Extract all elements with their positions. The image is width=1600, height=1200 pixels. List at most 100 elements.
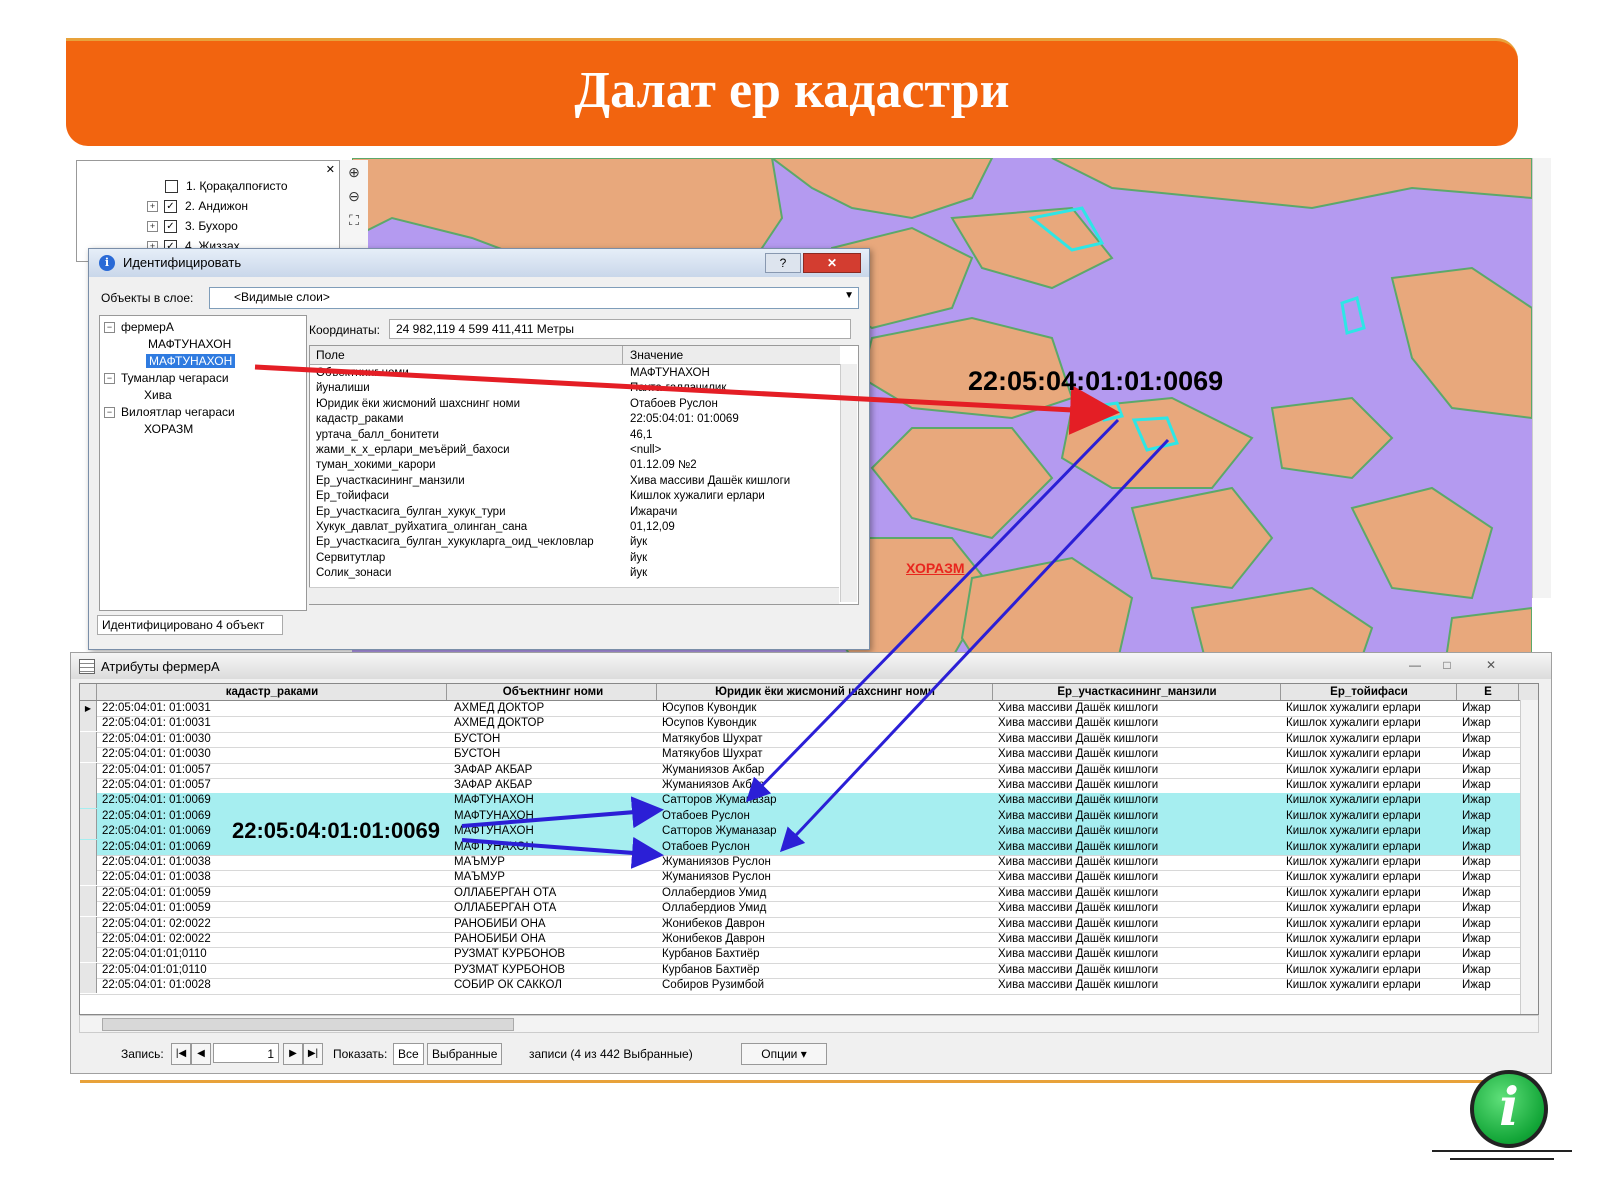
map-scrollbar[interactable] (1532, 158, 1551, 598)
tree-node[interactable]: − Туманлар чегараси (104, 371, 229, 385)
column-header[interactable]: Ер_тойифаси (1282, 684, 1457, 700)
identify-row[interactable]: уртача_балл_бонитети 46,1 (310, 428, 840, 443)
collapse-icon[interactable]: − (104, 373, 115, 385)
maximize-button[interactable]: □ (1435, 657, 1459, 673)
next-record-button[interactable]: ▶ (283, 1043, 303, 1065)
identify-titlebar[interactable]: i Идентифицировать ? ✕ (89, 249, 869, 277)
row-header[interactable] (80, 932, 97, 947)
identify-row[interactable]: Объектнинг номи МАФТУНАХОН (310, 366, 840, 381)
row-header[interactable] (80, 824, 97, 840)
table-row[interactable]: 22:05:04:01: 01:0030 БУСТОН Матякубов Шухр… (80, 731, 1520, 749)
table-row[interactable]: ▶ 22:05:04:01: 01:0031 АХМЕД ДОКТОР Юсупов … (80, 701, 1520, 718)
layer-checkbox[interactable] (165, 180, 178, 194)
identify-row[interactable]: Солик_зонаси йук (310, 566, 840, 581)
identify-row[interactable]: йуналиши Пахта-ғаллачилик (310, 381, 840, 396)
row-header[interactable] (80, 947, 97, 963)
identify-row[interactable]: Ер_участкасига_булган_хукукларга_оид_чек… (310, 535, 840, 550)
table-row[interactable]: 22:05:04:01: 02:0022 РАНОБИБИ ОНА Жонибеко… (80, 916, 1520, 933)
layer-item[interactable]: + ✓ 3. Бухоро (147, 219, 238, 234)
expand-icon[interactable]: + (147, 221, 158, 233)
record-input[interactable]: 1 (213, 1043, 279, 1063)
layer-checkbox[interactable]: ✓ (164, 220, 177, 234)
identify-row[interactable]: жами_к_х_ерлари_меъёрий_бахоси <null> (310, 443, 840, 458)
scroll-thumb[interactable] (102, 1018, 514, 1031)
identify-row[interactable]: Ер_участкасининг_манзили Хива массиви Даш… (310, 474, 840, 489)
row-header[interactable] (80, 793, 97, 809)
identify-hscrollbar[interactable] (309, 587, 839, 604)
first-record-button[interactable]: |◀ (171, 1043, 191, 1065)
table-row[interactable]: 22:05:04:01: 01:0028 СОБИР ОК САККОЛ Собир… (80, 978, 1520, 995)
row-header[interactable] (80, 762, 97, 778)
show-all-button[interactable]: Все (393, 1043, 424, 1065)
identify-row[interactable]: Ер_тойифаси Кишлок хужалиги ерлари (310, 489, 840, 504)
tree-node[interactable]: − Вилоятлар чегараси (104, 405, 235, 419)
table-row[interactable]: 22:05:04:01: 01:0031 АХМЕД ДОКТОР Юсупов К… (80, 716, 1520, 733)
full-extent-icon[interactable]: ⛶ (344, 210, 364, 230)
identify-row[interactable]: туман_хокими_карори 01.12.09 №2 (310, 458, 840, 473)
tree-node[interactable]: МАФТУНАХОН (148, 337, 231, 351)
layer-select[interactable]: <Видимые слои> ▼ (209, 287, 859, 309)
minimize-button[interactable]: — (1403, 657, 1427, 673)
options-button[interactable]: Опции ▾ (741, 1043, 827, 1065)
collapse-icon[interactable]: − (104, 322, 115, 334)
column-header-value[interactable]: Значение (630, 348, 683, 362)
row-header[interactable] (80, 916, 97, 932)
row-header[interactable] (80, 978, 97, 994)
identify-row[interactable]: кадастр_раками 22:05:04:01: 01:0069 (310, 412, 840, 427)
row-header[interactable]: ▶ (80, 701, 97, 716)
identify-row[interactable]: Юридик ёки жисмоний шахснинг номи Отабоев… (310, 397, 840, 412)
table-row[interactable]: 22:05:04:01: 01:0057 ЗАФАР АКБАР Жуманиязо… (80, 778, 1520, 795)
prev-record-button[interactable]: ◀ (191, 1043, 211, 1065)
close-icon[interactable]: ✕ (326, 163, 335, 176)
grid-vscrollbar[interactable] (1520, 700, 1538, 1014)
row-header[interactable] (80, 839, 97, 855)
row-header[interactable] (80, 731, 97, 747)
attribute-titlebar[interactable]: Атрибуты фермерА — □ ✕ (71, 653, 1551, 679)
close-button[interactable]: ✕ (1479, 657, 1503, 673)
table-row[interactable]: 22:05:04:01: 01:0030 БУСТОН Матякубов Шухр… (80, 747, 1520, 764)
tree-node[interactable]: − фермерА (104, 320, 174, 334)
layer-item[interactable]: + ✓ 2. Андижон (147, 199, 248, 214)
zoom-in-icon[interactable]: ⊕ (344, 162, 364, 182)
column-header[interactable]: Объектнинг номи (450, 684, 657, 700)
column-header[interactable]: кадастр_раками (98, 684, 447, 700)
row-header[interactable] (80, 747, 97, 763)
table-row[interactable]: 22:05:04:01: 01:0038 МАЪМУР Жуманиязов Рус… (80, 855, 1520, 872)
tree-node-selected[interactable]: МАФТУНАХОН (146, 354, 236, 368)
row-header[interactable] (80, 901, 97, 917)
table-row[interactable]: 22:05:04:01:01;0110 РУЗМАТ КУРБОНОВ Курбан… (80, 962, 1520, 980)
column-header[interactable]: Е (1458, 684, 1519, 700)
layer-checkbox[interactable]: ✓ (164, 200, 177, 214)
row-header[interactable] (80, 808, 97, 824)
tree-node[interactable]: ХОРАЗМ (144, 422, 193, 436)
close-button[interactable]: ✕ (803, 253, 861, 273)
row-header[interactable] (80, 962, 97, 978)
row-header[interactable] (80, 870, 97, 886)
identify-row[interactable]: Ер_участкасига_булган_хукук_тури Ижарачи (310, 505, 840, 520)
show-selected-button[interactable]: Выбранные (427, 1043, 503, 1065)
tree-node[interactable]: Хива (144, 388, 172, 402)
row-header[interactable] (80, 885, 97, 901)
collapse-icon[interactable]: − (104, 407, 115, 419)
table-row[interactable]: 22:05:04:01: 01:0059 ОЛЛАБЕРГАН ОТА Оллабе… (80, 901, 1520, 918)
table-row[interactable]: 22:05:04:01:01;0110 РУЗМАТ КУРБОНОВ Курбан… (80, 947, 1520, 964)
expand-icon[interactable]: + (147, 201, 158, 213)
column-header[interactable]: Юридик ёки жисмоний шахснинг номи (658, 684, 993, 700)
grid-hscrollbar[interactable] (79, 1015, 1539, 1033)
table-row[interactable]: 22:05:04:01: 02:0022 РАНОБИБИ ОНА Жонибеко… (80, 932, 1520, 949)
help-button[interactable]: ? (765, 253, 801, 273)
table-row[interactable]: 22:05:04:01: 01:0059 ОЛЛАБЕРГАН ОТА Оллабе… (80, 885, 1520, 903)
identify-vscrollbar[interactable] (840, 364, 857, 602)
column-header[interactable]: Ер_участкасининг_манзили (994, 684, 1281, 700)
row-header[interactable] (80, 778, 97, 793)
identify-row[interactable]: Сервитутлар йук (310, 551, 840, 566)
identify-row[interactable]: Хукук_давлат_руйхатига_олинган_сана 01,12… (310, 520, 840, 535)
row-header[interactable] (80, 855, 97, 870)
zoom-out-icon[interactable]: ⊖ (344, 186, 364, 206)
table-row[interactable]: 22:05:04:01: 01:0038 МАЪМУР Жуманиязов Рус… (80, 870, 1520, 887)
last-record-button[interactable]: ▶| (303, 1043, 323, 1065)
column-header-field[interactable]: Поле (316, 348, 345, 362)
layer-item[interactable]: 1. Қорақалпоғисто (165, 179, 288, 194)
table-row[interactable]: 22:05:04:01: 01:0057 ЗАФАР АКБАР Жуманиязо… (80, 762, 1520, 779)
row-header[interactable] (80, 716, 97, 732)
